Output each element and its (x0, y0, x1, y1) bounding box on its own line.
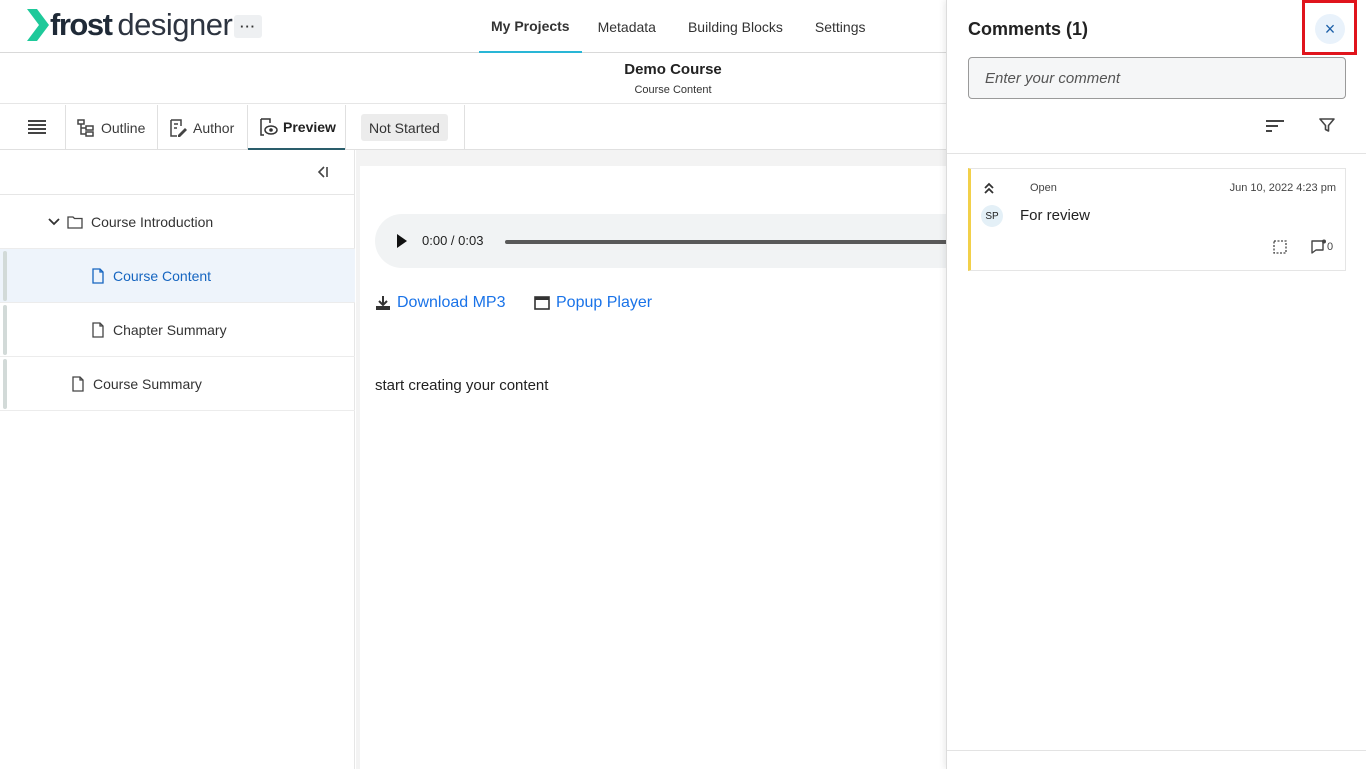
audio-progress-bar[interactable] (505, 240, 955, 244)
double-chevron-up-icon (984, 182, 994, 194)
hamburger-icon[interactable] (28, 120, 46, 134)
comment-date: Jun 10, 2022 4:23 pm (1229, 182, 1336, 194)
toolbar-divider (464, 105, 465, 150)
nav-metadata[interactable]: Metadata (582, 0, 672, 53)
more-options-button[interactable]: ··· (234, 15, 262, 38)
comment-text: For review (1020, 207, 1091, 224)
comment-card[interactable]: Open Jun 10, 2022 4:23 pm SP For review … (968, 168, 1346, 271)
avatar: SP (981, 205, 1003, 227)
tree-item-course-content[interactable]: Course Content (0, 249, 355, 303)
folder-icon (67, 215, 83, 229)
panel-divider (947, 153, 1366, 154)
toolbar-divider (65, 105, 66, 150)
course-header: Demo Course Course Content (0, 54, 946, 104)
audio-player[interactable]: 0:00 / 0:03 (375, 214, 955, 268)
comment-input[interactable] (968, 57, 1346, 99)
nav-settings[interactable]: Settings (799, 0, 882, 53)
tab-outline-label: Outline (101, 119, 146, 136)
tree-item-course-summary[interactable]: Course Summary (0, 357, 355, 411)
close-icon[interactable]: × (1315, 14, 1345, 44)
popup-window-icon (534, 296, 550, 310)
download-mp3-label: Download MP3 (397, 294, 506, 311)
sort-icon[interactable] (1265, 118, 1285, 134)
tab-author[interactable]: Author (168, 105, 234, 150)
frost-designer-logo[interactable]: frost designer (27, 7, 233, 42)
toolbar-divider (157, 105, 158, 150)
edit-document-icon (170, 118, 187, 137)
collapse-left-icon[interactable] (315, 164, 331, 180)
preview-eye-icon (260, 117, 278, 136)
tree-item-label: Course Summary (93, 375, 202, 392)
logo-frost-text: frost (50, 7, 113, 42)
comment-status: Open (1030, 182, 1057, 194)
sidebar-header (0, 150, 355, 195)
reply-comment-icon (1311, 239, 1326, 254)
tab-author-label: Author (193, 119, 235, 136)
tree-item-indicator (3, 251, 7, 301)
download-icon (376, 296, 390, 310)
nav-my-projects[interactable]: My Projects (479, 0, 582, 53)
comments-panel: Comments (1) × Open Jun 10, 2022 4:23 pm… (946, 0, 1366, 769)
tab-preview-label: Preview (283, 118, 336, 135)
tree-item-label: Course Introduction (91, 213, 214, 230)
popup-player-label: Popup Player (556, 294, 653, 311)
popup-player-link[interactable]: Popup Player (534, 294, 652, 312)
tree-item-label: Course Content (113, 267, 212, 284)
logo-designer-text: designer (117, 7, 233, 42)
select-area-icon[interactable] (1273, 240, 1287, 254)
document-icon (72, 375, 84, 392)
reply-button[interactable]: 0 (1311, 239, 1333, 255)
document-icon (92, 321, 104, 338)
content-body-text: start creating your content (375, 377, 549, 394)
filter-icon[interactable] (1319, 117, 1335, 133)
tab-preview[interactable]: Preview (248, 105, 346, 150)
view-toolbar: Outline Author Preview (0, 105, 946, 150)
logo-chevron-icon (27, 9, 49, 41)
comments-title: Comments (1) (968, 19, 1089, 39)
close-highlight: × (1302, 0, 1357, 55)
tree-item-indicator (3, 359, 7, 409)
outline-sidebar: Course Introduction Course Content Chapt… (0, 150, 355, 769)
audio-time: 0:00 / 0:03 (422, 233, 484, 248)
document-icon (92, 267, 104, 284)
main-nav: My Projects Metadata Building Blocks Set… (479, 0, 882, 53)
tree-item-label: Chapter Summary (113, 321, 227, 338)
outline-tree-icon (77, 118, 94, 137)
tab-outline[interactable]: Outline (76, 105, 145, 150)
tree-item-chapter-summary[interactable]: Chapter Summary (0, 303, 355, 357)
play-icon[interactable] (397, 234, 407, 248)
toolbar-divider (345, 105, 346, 150)
tree-item-indicator (3, 305, 7, 355)
chevron-down-icon[interactable] (47, 215, 61, 229)
status-badge[interactable]: Not Started (361, 114, 448, 141)
panel-bottom-divider (947, 750, 1366, 751)
tree-item-course-introduction[interactable]: Course Introduction (0, 195, 355, 249)
download-mp3-link[interactable]: Download MP3 (375, 294, 506, 312)
nav-building-blocks[interactable]: Building Blocks (672, 0, 799, 53)
reply-count: 0 (1327, 241, 1334, 253)
